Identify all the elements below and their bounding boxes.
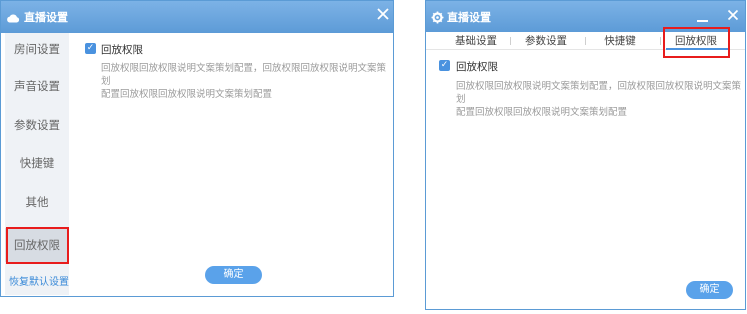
tab-divider (585, 37, 586, 45)
checkbox-label: 回放权限 (456, 61, 498, 73)
sidebar-item-other[interactable]: 其他 (5, 191, 69, 213)
description-line: 配置回放权限回放权限说明文案策划配置 (456, 107, 628, 118)
sidebar-item-replay-permission[interactable]: 回放权限 (5, 228, 69, 262)
gear-icon (431, 9, 444, 28)
tab-divider (660, 37, 661, 45)
description-line: 回放权限回放权限说明文案策划配置，回放权限回放权限说明文案策划 (101, 63, 387, 87)
close-button[interactable] (724, 6, 742, 26)
tab-shortcuts[interactable]: 快捷键 (590, 34, 650, 48)
close-icon (377, 8, 389, 20)
sidebar-item-shortcuts[interactable]: 快捷键 (5, 152, 69, 174)
checkbox-label: 回放权限 (101, 44, 143, 56)
restore-defaults-link[interactable]: 恢复默认设置 (9, 273, 69, 288)
sidebar-item-room[interactable]: 房间设置 (5, 38, 69, 60)
description-line: 回放权限回放权限说明文案策划配置，回放权限回放权限说明文案策划 (456, 81, 742, 105)
description-line: 配置回放权限回放权限说明文案策划配置 (101, 89, 273, 100)
tab-divider (510, 37, 511, 45)
tab-basic[interactable]: 基础设置 (446, 34, 506, 48)
permission-description: 回放权限回放权限说明文案策划配置，回放权限回放权限说明文案策划 配置回放权限回放… (101, 62, 386, 101)
permission-description: 回放权限回放权限说明文案策划配置，回放权限回放权限说明文案策划 配置回放权限回放… (456, 80, 743, 119)
active-tab-indicator (666, 48, 728, 50)
replay-permission-checkbox[interactable]: ✓ (85, 43, 96, 54)
cloud-icon (6, 9, 20, 28)
tab-replay-permission[interactable]: 回放权限 (666, 34, 726, 48)
sidebar-item-sound[interactable]: 声音设置 (5, 75, 69, 97)
replay-permission-checkbox[interactable]: ✓ (439, 60, 450, 71)
confirm-button[interactable]: 确定 (686, 281, 733, 299)
live-settings-window-right: 直播设置 基础设置 参数设置 快捷键 回放权限 ✓ 回放权限 回放权限回放权限说… (425, 0, 746, 310)
title-bar[interactable]: 直播设置 (1, 1, 393, 33)
window-title: 直播设置 (24, 11, 68, 24)
settings-tabs: 基础设置 参数设置 快捷键 回放权限 (426, 32, 745, 50)
window-title: 直播设置 (447, 11, 491, 24)
close-icon (727, 9, 739, 21)
confirm-button[interactable]: 确定 (205, 266, 262, 284)
close-button[interactable] (374, 6, 392, 26)
sidebar-item-params[interactable]: 参数设置 (5, 114, 69, 136)
tab-params[interactable]: 参数设置 (516, 34, 576, 48)
live-settings-window-left: 直播设置 房间设置 声音设置 参数设置 快捷键 其他 回放权限 恢复默认设置 ✓… (0, 0, 394, 297)
title-bar[interactable]: 直播设置 (426, 1, 745, 32)
minimize-button[interactable] (697, 20, 708, 22)
settings-sidebar: 房间设置 声音设置 参数设置 快捷键 其他 回放权限 (5, 33, 69, 295)
